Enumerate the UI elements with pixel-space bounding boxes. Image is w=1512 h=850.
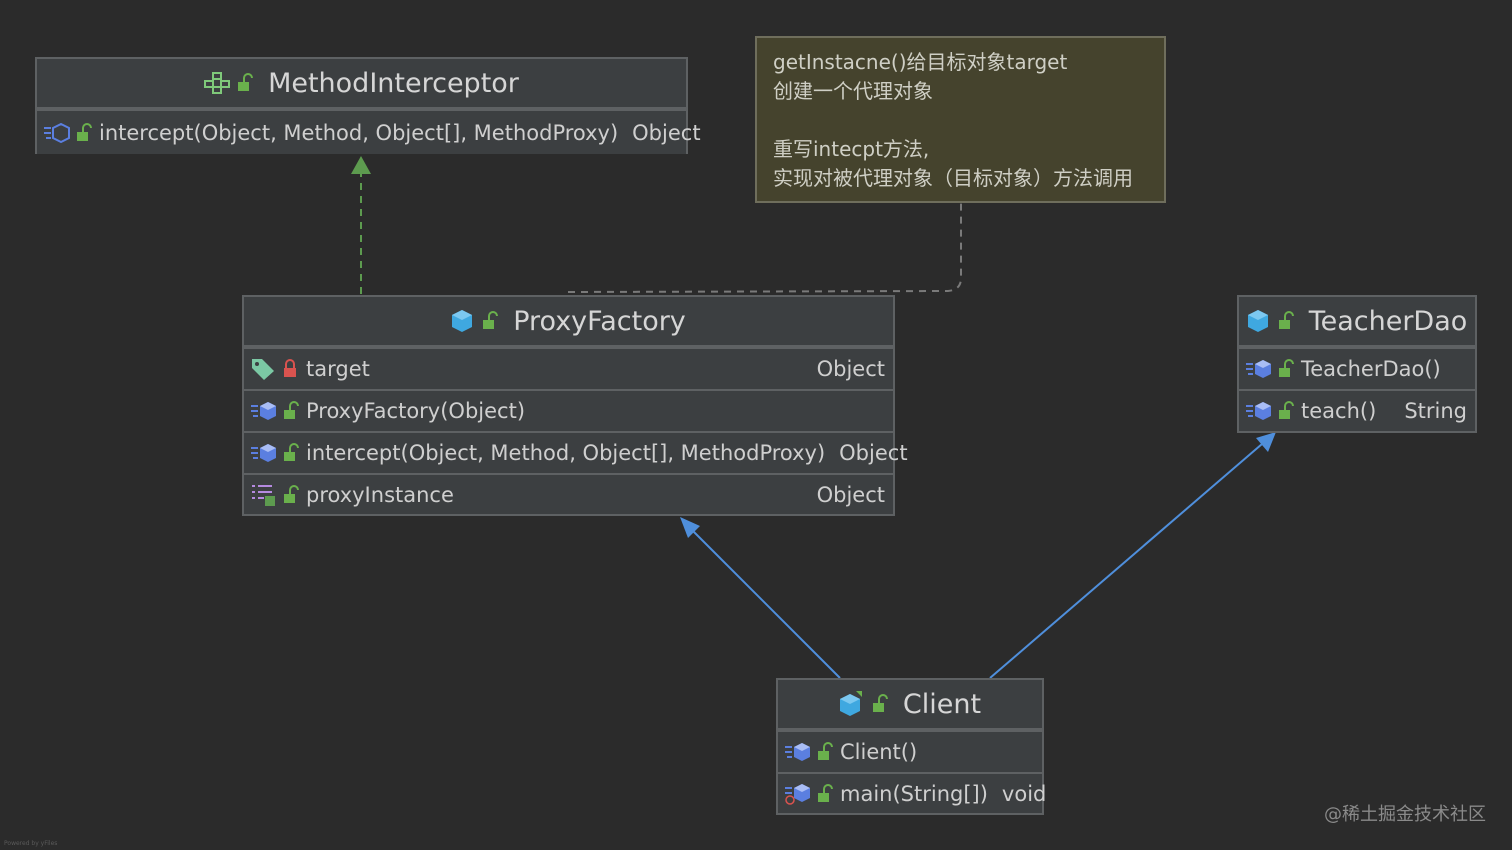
method-icon [785,743,810,761]
member-name: Client() [840,740,918,764]
note-connector [567,203,962,293]
teacherdao-row-teach[interactable]: teach() String [1239,389,1475,431]
diagram-note[interactable]: getInstacne()给目标对象target 创建一个代理对象 重写inte… [755,36,1166,203]
teacherdao-header: TeacherDao [1239,297,1475,347]
field-icon [252,359,274,380]
class-icon [1247,310,1268,332]
methodinterceptor-node[interactable]: MethodInterceptor intercept(Object, Meth… [35,57,701,154]
interface-icon [204,72,231,94]
proxyfactory-title: ProxyFactory [513,305,686,337]
member-type: Object [632,120,701,145]
member-name: intercept(Object, Method, Object[], Meth… [99,120,619,145]
member-type: String [1404,399,1467,423]
proxyfactory-header: ProxyFactory [244,297,893,347]
member-name: main(String[]) [840,781,988,806]
lock-open-icon [1279,359,1294,377]
client-title: Client [902,688,982,720]
client-row-constructor[interactable]: Client() [778,730,1042,772]
member-type: Object [816,357,885,381]
lock-open-icon [284,401,299,419]
main-method-icon [785,783,810,805]
member-type: Object [839,441,908,465]
proxyfactory-row-constructor[interactable]: ProxyFactory(Object) [244,389,893,431]
methodinterceptor-header: MethodInterceptor [37,59,686,109]
note-line-5: 实现对被代理对象（目标对象）方法调用 [773,166,1133,190]
client-to-teacherdao-arrowhead [1256,432,1276,452]
client-header: Client [778,680,1042,730]
lock-open-icon [238,73,254,91]
proxyfactory-row-proxyinstance[interactable]: proxyInstance Object [244,473,893,514]
methodinterceptor-title: MethodInterceptor [268,67,519,99]
uml-diagram-canvas: getInstacne()给目标对象target 创建一个代理对象 重写inte… [0,0,1512,850]
class-icon [452,310,473,332]
method-icon [1246,402,1271,420]
proxyfactory-node[interactable]: ProxyFactory target Object ProxyFactory(… [242,295,908,516]
footer-credit: Powered by yFiles [4,840,58,847]
note-line-1: getInstacne()给目标对象target [773,50,1068,74]
abstract-method-icon [44,122,70,143]
member-name: target [306,357,370,381]
member-name: proxyInstance [306,482,454,507]
lock-open-icon [284,484,299,503]
lock-open-icon [818,783,833,802]
proxyfactory-row-intercept[interactable]: intercept(Object, Method, Object[], Meth… [244,431,908,473]
client-to-proxyfactory-edge [691,529,841,679]
note-line-4: 重写intecpt方法, [773,137,930,161]
class-icon [839,691,862,716]
lock-open-icon [818,742,833,760]
lock-private-icon [284,359,296,377]
lock-open-icon [1279,401,1294,419]
note-line-3 [773,106,1148,135]
watermark-text: @稀土掘金技术社区 [1324,804,1486,825]
client-row-main[interactable]: main(String[]) void [778,772,1046,813]
property-icon [252,484,275,506]
methodinterceptor-row-intercept[interactable]: intercept(Object, Method, Object[], Meth… [37,109,701,154]
member-type: void [1001,781,1047,806]
method-icon [1246,360,1271,378]
lock-open-icon [77,122,92,141]
member-name: ProxyFactory(Object) [306,399,526,423]
method-icon [251,444,276,462]
client-node[interactable]: Client Client() main(String[]) void [776,678,1046,815]
lock-open-icon [483,311,499,329]
implements-arrowhead [351,156,371,174]
teacherdao-title: TeacherDao [1308,305,1468,337]
member-name: teach() [1301,399,1377,423]
method-icon [251,402,276,420]
lock-open-icon [872,694,888,712]
client-to-teacherdao-edge [989,443,1263,679]
proxyfactory-row-target[interactable]: target Object [244,347,893,389]
client-to-proxyfactory-arrowhead [680,517,700,538]
member-type: Object [816,482,885,507]
lock-open-icon [1278,311,1294,329]
teacherdao-row-constructor[interactable]: TeacherDao() [1239,347,1475,389]
note-line-2: 创建一个代理对象 [773,79,933,103]
member-name: intercept(Object, Method, Object[], Meth… [306,441,826,465]
lock-open-icon [284,443,299,461]
member-name: TeacherDao() [1301,357,1441,381]
teacherdao-node[interactable]: TeacherDao TeacherDao() teach() String [1237,295,1477,433]
